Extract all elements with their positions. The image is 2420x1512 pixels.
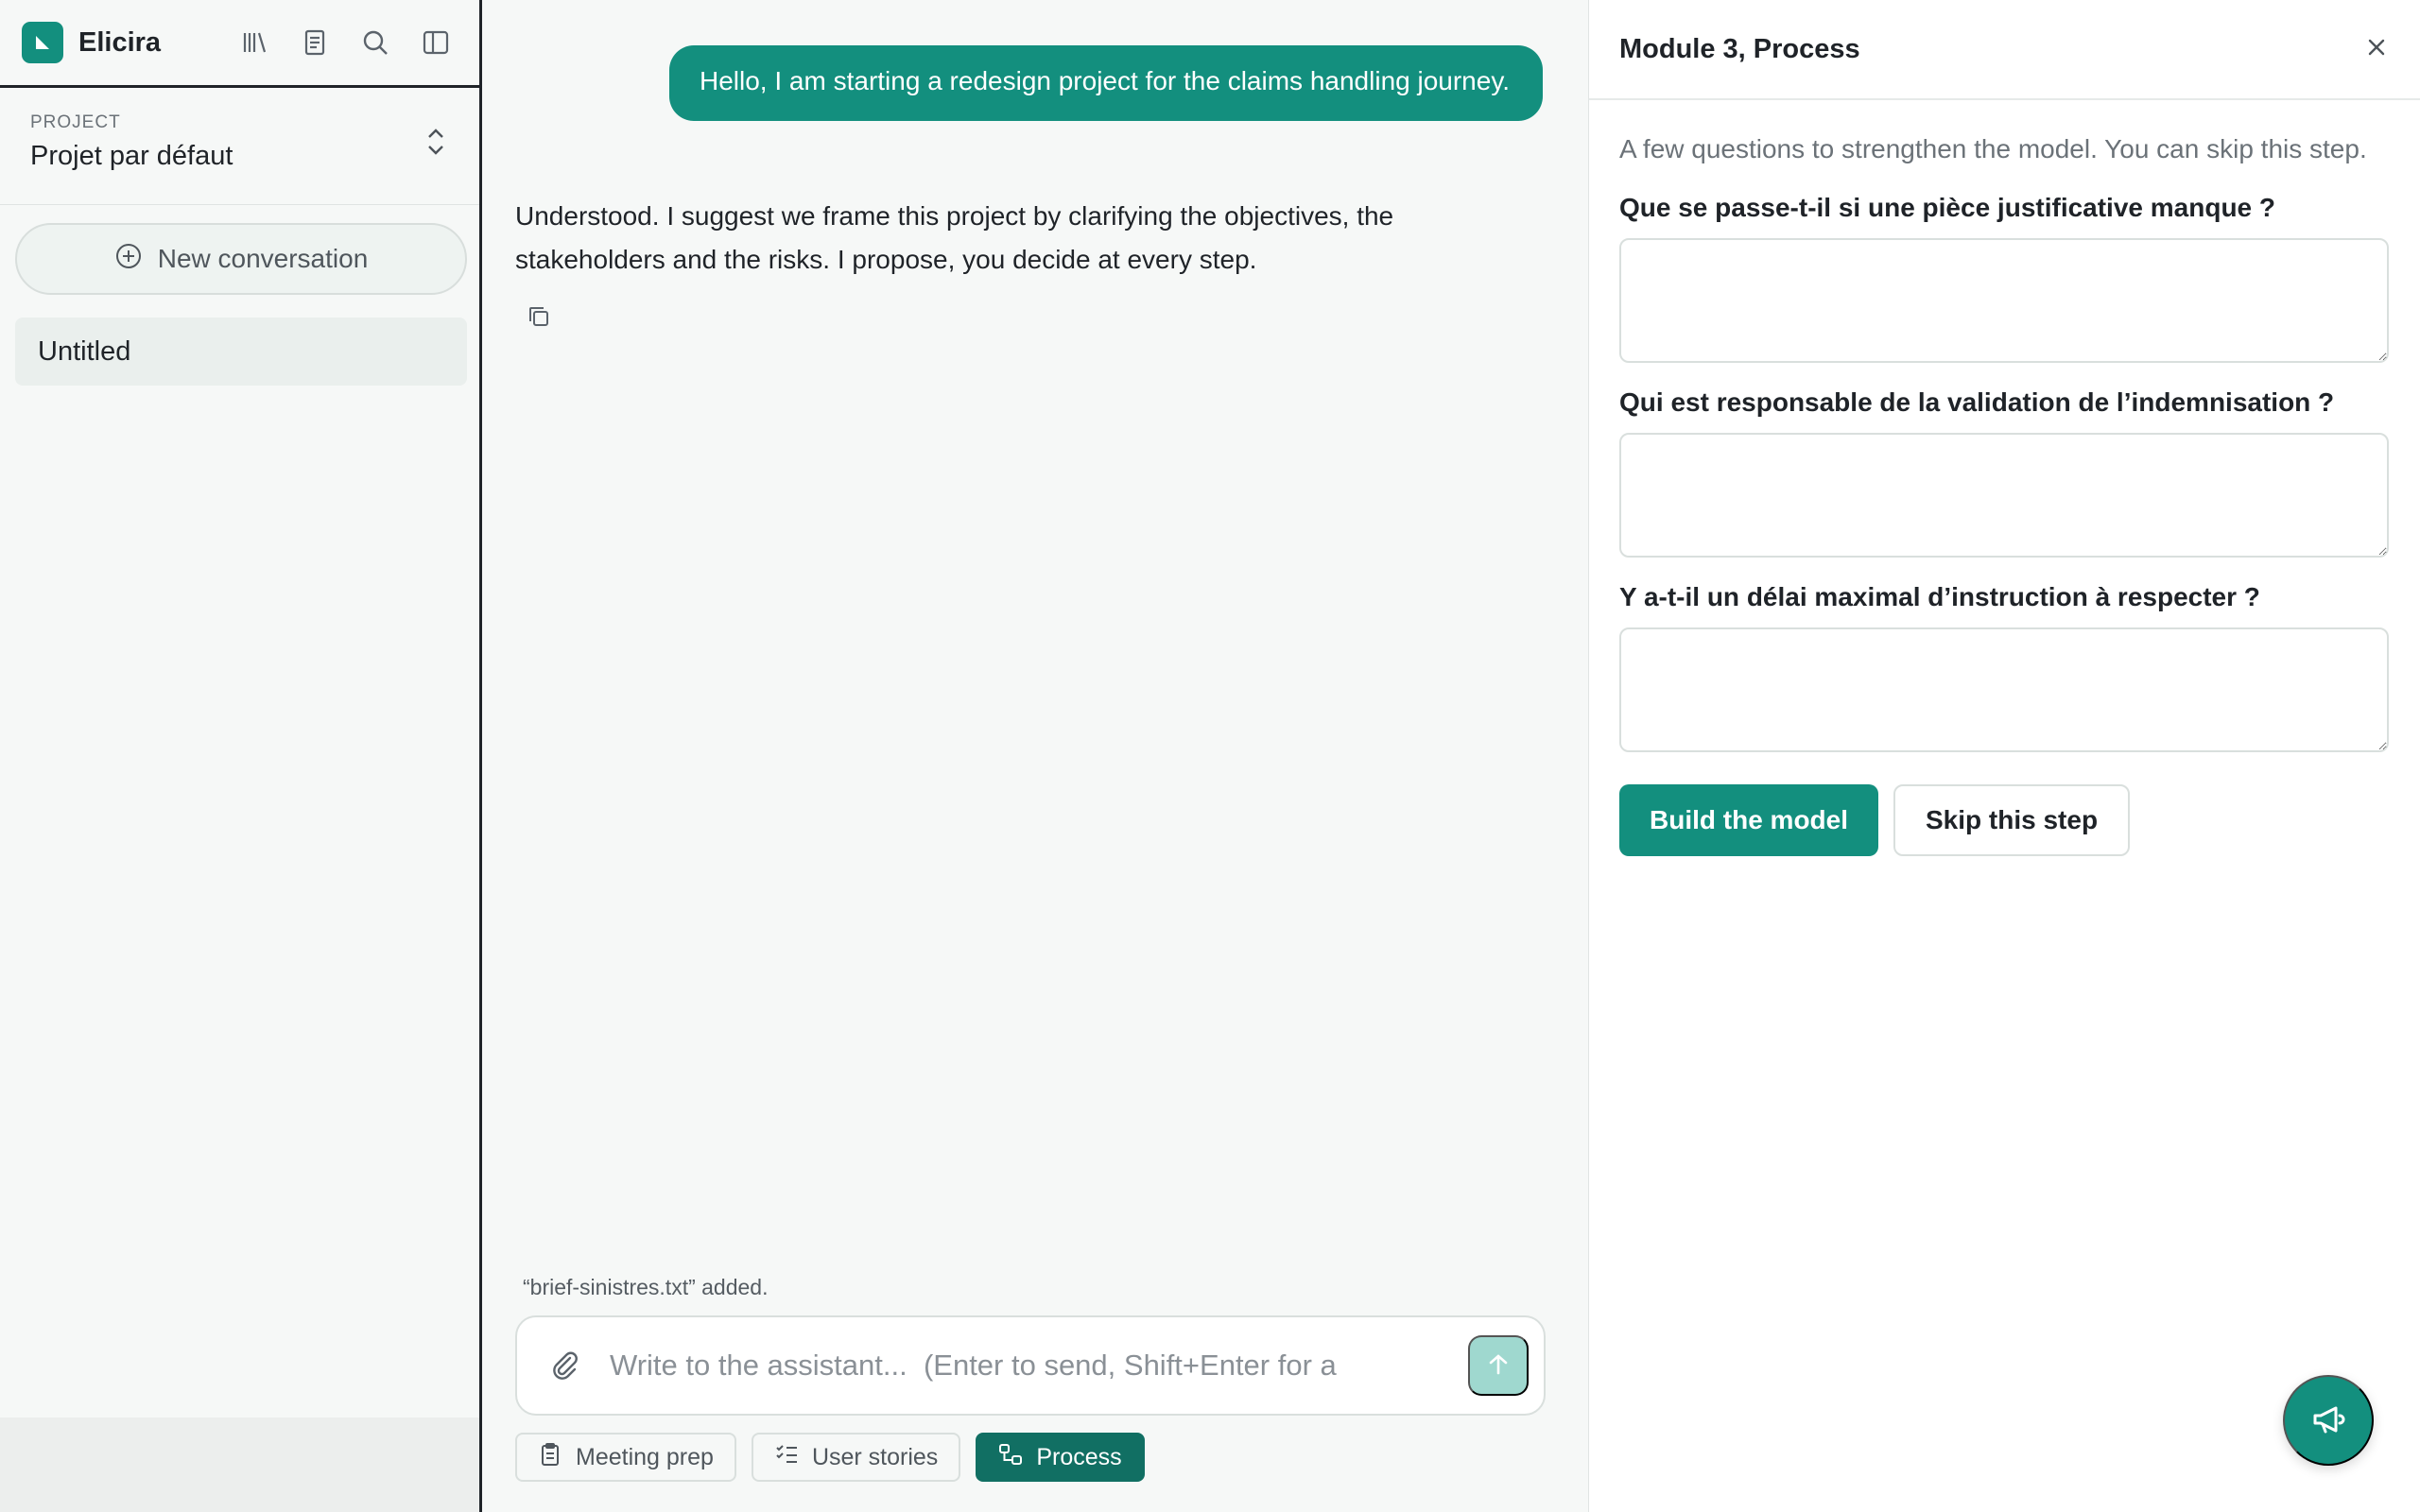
- panel-body: A few questions to strengthen the model.…: [1589, 100, 2420, 886]
- search-icon[interactable]: [354, 21, 397, 64]
- chip-process[interactable]: Process: [976, 1433, 1145, 1482]
- question-label: Y a-t-il un délai maximal d’instruction …: [1619, 582, 2260, 611]
- process-panel: Module 3, Process A few questions to str…: [1588, 0, 2420, 1512]
- sidebar-header: Elicira: [0, 0, 479, 88]
- library-icon[interactable]: [233, 21, 276, 64]
- answer-field[interactable]: [1619, 238, 2389, 363]
- arrow-up-icon: [1485, 1351, 1512, 1381]
- chip-label: User stories: [811, 1443, 939, 1470]
- new-conversation-label: New conversation: [157, 244, 369, 273]
- sidebar-tools: [233, 21, 458, 64]
- build-model-button[interactable]: Build the model: [1619, 784, 1878, 856]
- copy-icon[interactable]: [525, 302, 553, 335]
- process-icon: [998, 1442, 1023, 1473]
- conversation-title: Untitled: [38, 335, 131, 367]
- chip-label: Process: [1036, 1443, 1122, 1470]
- send-button[interactable]: [1468, 1335, 1529, 1396]
- chevron-updown-icon: [424, 126, 447, 163]
- upload-note: “brief-sinistres.txt” added.: [523, 1275, 769, 1299]
- megaphone-icon: [2308, 1399, 2349, 1443]
- sidebar: Elicira PROJECT Projet par défaut New co…: [0, 0, 482, 1512]
- question-label: Que se passe-t-il si une pièce justifica…: [1619, 193, 2275, 222]
- plus-circle-icon: [114, 242, 143, 277]
- checklist-icon: [774, 1442, 799, 1473]
- sidebar-toggle-icon[interactable]: [414, 21, 458, 64]
- message-input[interactable]: [610, 1349, 1468, 1383]
- clipboard-icon: [538, 1442, 562, 1473]
- chip-label: Meeting prep: [576, 1443, 714, 1470]
- conversation-item[interactable]: Untitled: [15, 318, 467, 386]
- close-icon[interactable]: [2363, 34, 2390, 65]
- chip-meeting-prep[interactable]: Meeting prep: [515, 1433, 736, 1482]
- question-block: Qui est responsable de la validation de …: [1619, 387, 2390, 558]
- question-block: Y a-t-il un délai maximal d’instruction …: [1619, 582, 2390, 752]
- chat-area: Hello, I am starting a redesign project …: [485, 0, 1588, 1512]
- sidebar-footer: [0, 1418, 479, 1512]
- project-label: PROJECT: [30, 112, 121, 132]
- paperclip-icon[interactable]: [547, 1348, 587, 1384]
- project-name: Projet par défaut: [30, 141, 233, 171]
- chip-user-stories[interactable]: User stories: [751, 1433, 961, 1482]
- question-label: Qui est responsable de la validation de …: [1619, 387, 2335, 417]
- notes-icon[interactable]: [293, 21, 337, 64]
- assistant-message: Understood. I suggest we frame this proj…: [515, 201, 1394, 274]
- user-message: Hello, I am starting a redesign project …: [669, 45, 1543, 121]
- mode-chips: Meeting prep User stories Process: [515, 1433, 1145, 1482]
- new-conversation-button[interactable]: New conversation: [15, 223, 467, 295]
- feedback-button[interactable]: [2283, 1375, 2374, 1466]
- app-name: Elicira: [78, 26, 162, 58]
- project-selector[interactable]: PROJECT Projet par défaut: [0, 88, 479, 205]
- skip-step-button[interactable]: Skip this step: [1893, 784, 2131, 856]
- panel-title: Module 3, Process: [1619, 33, 1860, 64]
- answer-field[interactable]: [1619, 433, 2389, 558]
- app-logo: [22, 22, 63, 63]
- question-block: Que se passe-t-il si une pièce justifica…: [1619, 193, 2390, 363]
- panel-actions: Build the model Skip this step: [1619, 784, 2390, 856]
- message-composer: [515, 1315, 1546, 1416]
- panel-intro: A few questions to strengthen the model.…: [1619, 134, 2367, 163]
- panel-header: Module 3, Process: [1589, 0, 2420, 100]
- answer-field[interactable]: [1619, 627, 2389, 752]
